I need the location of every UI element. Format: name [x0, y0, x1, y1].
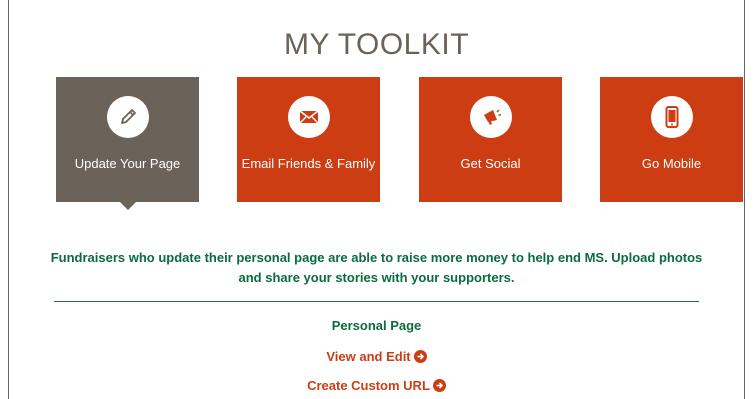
link-label: View and Edit: [326, 349, 411, 364]
tile-email-friends-family[interactable]: Email Friends & Family: [237, 77, 380, 202]
view-and-edit-link[interactable]: View and Edit: [9, 349, 744, 366]
tile-label: Update Your Page: [74, 156, 181, 171]
tile-label: Get Social: [460, 156, 521, 171]
mobile-phone-icon: [650, 96, 693, 138]
tile-go-mobile[interactable]: Go Mobile: [600, 77, 743, 202]
toolkit-panel: MY TOOLKIT Update Your Page Email Friend…: [8, 0, 745, 399]
page-title: MY TOOLKIT: [283, 28, 470, 61]
pencil-icon: [106, 96, 149, 138]
tile-update-your-page[interactable]: Update Your Page: [56, 77, 199, 210]
envelope-icon: [287, 96, 330, 138]
tile-get-social[interactable]: Get Social: [419, 77, 562, 202]
tile-label: Email Friends & Family: [241, 156, 376, 171]
active-pointer: [119, 202, 136, 210]
link-label: Create Custom URL: [307, 378, 430, 393]
tile-label: Go Mobile: [641, 156, 702, 171]
create-custom-url-link[interactable]: Create Custom URL: [9, 378, 744, 395]
arrow-circle-right-icon: [413, 350, 427, 366]
divider: [54, 301, 699, 302]
arrow-circle-right-icon: [432, 379, 446, 395]
megaphone-icon: [469, 96, 512, 138]
toolkit-description: Fundraisers who update their personal pa…: [50, 250, 703, 285]
section-title: Personal Page: [331, 318, 422, 333]
